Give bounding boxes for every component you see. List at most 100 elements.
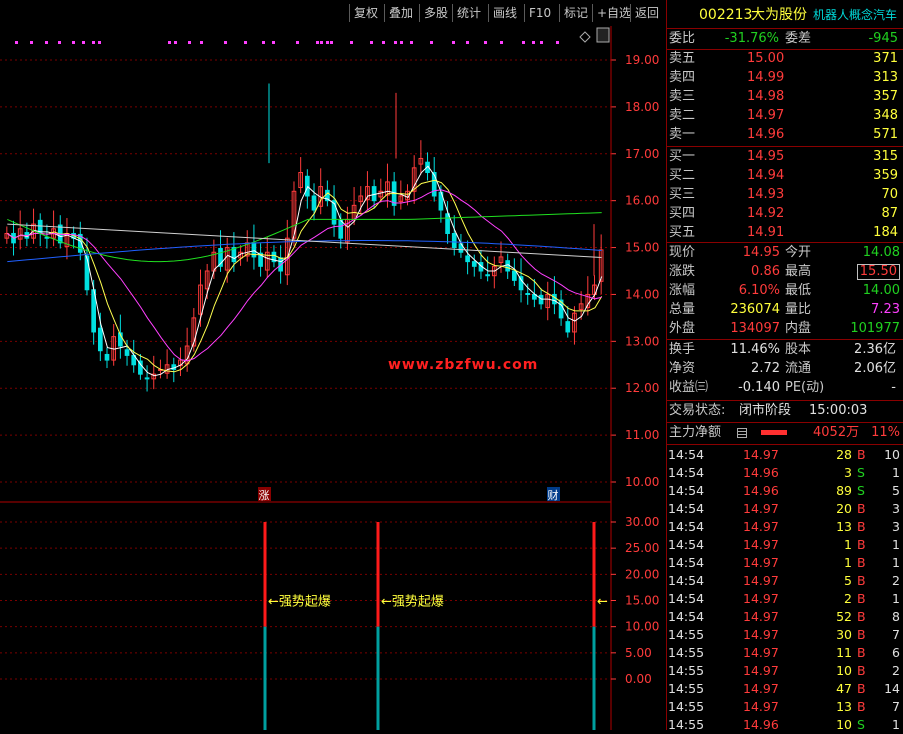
stat-label: 股本 bbox=[785, 342, 812, 357]
weibi-value: -31.76% bbox=[724, 31, 779, 46]
signal-dot bbox=[540, 41, 543, 44]
tick-time: 14:54 bbox=[668, 591, 705, 606]
candle-body bbox=[97, 327, 103, 352]
stat-row: 涨跌 0.86 最高 15.50 bbox=[667, 263, 903, 281]
stat-label: 涨跌 bbox=[669, 264, 696, 279]
trade-status-label: 交易状态: bbox=[669, 403, 726, 418]
stat-label: 最高 bbox=[785, 264, 812, 279]
tick-direction: B bbox=[857, 627, 866, 642]
tick-price: 14.97 bbox=[743, 519, 779, 534]
bid-row: 买三 14.93 70 bbox=[667, 186, 903, 204]
indicator-axis-label: 20.00 bbox=[625, 567, 659, 581]
bid-price: 14.94 bbox=[747, 168, 785, 183]
ask-row: 卖五 15.00 371 bbox=[667, 50, 903, 68]
tick-count: 7 bbox=[892, 627, 900, 642]
stat-label: 收益㈢ bbox=[669, 380, 709, 395]
divider bbox=[667, 422, 903, 423]
candle-body bbox=[465, 255, 470, 263]
watermark: www.zbzfwu.com bbox=[388, 357, 539, 373]
signal-dot bbox=[82, 41, 85, 44]
stat-value: 14.08 bbox=[862, 245, 900, 260]
candle-body bbox=[525, 293, 531, 296]
signal-dot bbox=[262, 41, 265, 44]
tick-direction: B bbox=[857, 591, 866, 606]
kline-chart[interactable]: 19.00 18.00 17.00 16.00 15.00 14.00 13.00 12.00… bbox=[0, 26, 666, 730]
stat-value: -0.140 bbox=[738, 380, 780, 395]
indicator-axis-label: 25.00 bbox=[625, 541, 659, 555]
stat-value: 11.46% bbox=[730, 342, 780, 357]
tick-price: 14.97 bbox=[743, 591, 779, 606]
diamond-icon[interactable] bbox=[579, 31, 591, 43]
candle-body bbox=[451, 232, 457, 249]
tick-row: 14:54 14.97 28 B 10 bbox=[667, 446, 903, 464]
ask-label: 卖一 bbox=[669, 127, 696, 142]
indicator-axis-label: 0.00 bbox=[625, 672, 652, 686]
ask-label: 卖三 bbox=[669, 89, 696, 104]
tick-direction: B bbox=[857, 573, 866, 588]
stat-value: 0.86 bbox=[751, 264, 780, 279]
candle-body bbox=[124, 349, 130, 356]
tick-direction: S bbox=[857, 465, 865, 480]
tick-price: 14.97 bbox=[743, 699, 779, 714]
menu-icon[interactable] bbox=[737, 428, 747, 438]
toolbar-button-3[interactable]: 统计 bbox=[452, 4, 485, 22]
tick-row: 14:55 14.97 47 B 14 bbox=[667, 680, 903, 698]
toolbar-button-2[interactable]: 多股 bbox=[419, 4, 452, 22]
tick-price: 14.97 bbox=[743, 537, 779, 552]
tick-time: 14:54 bbox=[668, 555, 705, 570]
ma60-line bbox=[7, 212, 602, 263]
divider bbox=[667, 400, 903, 401]
toolbar-button-4[interactable]: 画线 bbox=[488, 4, 521, 22]
toolbar-button-5[interactable]: F10 bbox=[524, 4, 555, 22]
stat-label: 涨幅 bbox=[669, 283, 696, 298]
tick-volume: 5 bbox=[844, 573, 852, 588]
stat-label: 外盘 bbox=[669, 321, 696, 336]
signal-bar-red bbox=[263, 522, 267, 627]
candle-body bbox=[471, 261, 477, 267]
signal-dot bbox=[410, 41, 413, 44]
signal-dot bbox=[98, 41, 101, 44]
main-flow-value: 4052万 bbox=[813, 425, 860, 440]
tick-volume: 10 bbox=[836, 663, 852, 678]
bid-price: 14.93 bbox=[747, 187, 785, 202]
weicha-label: 委差 bbox=[785, 31, 812, 46]
signal-bar-red bbox=[592, 522, 596, 627]
ask-volume: 371 bbox=[873, 51, 898, 66]
tick-volume: 30 bbox=[836, 627, 852, 642]
tick-price: 14.97 bbox=[743, 681, 779, 696]
candle-body bbox=[144, 377, 150, 380]
toolbar-button-1[interactable]: 叠加 bbox=[384, 4, 417, 22]
main-flow-row: 主力净额 4052万 11% bbox=[667, 424, 903, 442]
signal-dot bbox=[168, 41, 171, 44]
signal-dot bbox=[188, 41, 191, 44]
tick-price: 14.97 bbox=[743, 573, 779, 588]
signal-dot bbox=[350, 41, 353, 44]
trade-status-value: 闭市阶段 bbox=[739, 403, 792, 418]
stat-value: 2.06亿 bbox=[854, 361, 896, 376]
stat-value: 2.72 bbox=[751, 361, 780, 376]
price-axis-label: 14.00 bbox=[625, 287, 659, 301]
toolbar-button-0[interactable]: 复权 bbox=[349, 4, 382, 22]
stat-value: 14.95 bbox=[742, 245, 780, 260]
tick-price: 14.97 bbox=[743, 663, 779, 678]
concept-tag[interactable]: 机器人概念汽车 bbox=[813, 6, 897, 24]
stat-value: 14.00 bbox=[862, 283, 900, 298]
toolbar-button-7[interactable]: +自选 bbox=[592, 4, 635, 22]
tick-volume: 1 bbox=[844, 537, 852, 552]
toolbar-button-8[interactable]: 返回 bbox=[630, 4, 663, 22]
tick-price: 14.97 bbox=[743, 645, 779, 660]
tick-volume: 28 bbox=[836, 447, 852, 462]
toolbar-button-6[interactable]: 标记 bbox=[559, 4, 592, 22]
signal-dot bbox=[272, 41, 275, 44]
tick-count: 10 bbox=[884, 447, 900, 462]
tick-count: 2 bbox=[892, 573, 900, 588]
ask-row: 卖三 14.98 357 bbox=[667, 88, 903, 106]
tick-row: 14:54 14.97 1 B 1 bbox=[667, 554, 903, 572]
bid-price: 14.92 bbox=[747, 206, 785, 221]
candle-body bbox=[84, 255, 90, 291]
scroll-box-icon[interactable] bbox=[596, 27, 610, 43]
stat-row: 净资 2.72 流通 2.06亿 bbox=[667, 360, 903, 378]
tick-volume: 52 bbox=[836, 609, 852, 624]
bid-volume: 87 bbox=[881, 206, 898, 221]
signal-dot bbox=[452, 41, 455, 44]
